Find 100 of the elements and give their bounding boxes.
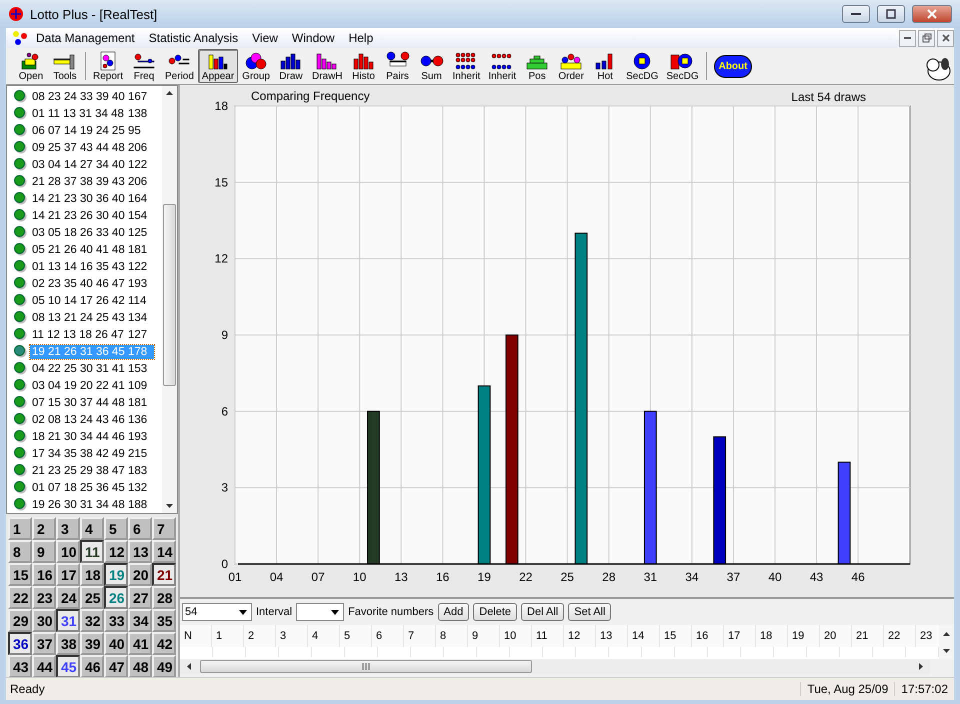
number-button[interactable]: 25 [80, 586, 104, 609]
number-button[interactable]: 37 [32, 632, 56, 655]
number-button[interactable]: 46 [80, 655, 104, 678]
number-button[interactable]: 28 [152, 586, 176, 609]
draw-row[interactable]: 17 34 35 38 42 49 215 [30, 446, 154, 460]
number-button[interactable]: 49 [152, 655, 176, 678]
number-button[interactable]: 12 [104, 540, 128, 563]
toolbar-button[interactable]: SecDG [622, 49, 662, 83]
menu-item[interactable]: Window [286, 31, 341, 45]
minimize-button[interactable] [842, 5, 870, 23]
number-button[interactable]: 8 [8, 540, 32, 563]
toolbar-button[interactable]: Draw [274, 49, 308, 83]
menu-item[interactable]: Statistic Analysis [142, 31, 244, 45]
draw-row[interactable]: 08 13 21 24 25 43 134 [30, 310, 154, 324]
toolbar-button[interactable]: Inherit [484, 49, 520, 83]
draw-row[interactable]: 05 21 26 40 41 48 181 [30, 242, 154, 256]
number-button[interactable]: 30 [32, 609, 56, 632]
draw-row[interactable]: 19 26 30 31 34 48 188 [30, 498, 154, 512]
draw-row[interactable]: 03 04 14 27 34 40 122 [30, 158, 154, 172]
toolbar-button[interactable]: Tools [48, 49, 82, 83]
number-button[interactable]: 44 [32, 655, 56, 678]
draw-row[interactable]: 01 13 14 16 35 43 122 [30, 260, 154, 274]
minimize-button[interactable] [899, 30, 916, 46]
menu-item[interactable]: View [246, 31, 284, 45]
number-button[interactable]: 7 [152, 517, 176, 540]
number-button[interactable]: 15 [8, 563, 32, 586]
toolbar-button[interactable]: Group [238, 49, 274, 83]
draws-dropdown[interactable]: 54 [182, 603, 252, 621]
close-button[interactable] [937, 30, 954, 46]
number-button[interactable]: 17 [56, 563, 80, 586]
number-button[interactable]: 36 [8, 632, 32, 655]
number-button[interactable]: 14 [152, 540, 176, 563]
maximize-button[interactable] [877, 5, 905, 23]
draw-row[interactable]: 05 10 14 17 26 42 114 [30, 294, 154, 308]
number-button[interactable]: 43 [8, 655, 32, 678]
draw-row[interactable]: 11 12 13 18 26 47 127 [30, 328, 154, 342]
draw-row[interactable]: 21 28 37 38 39 43 206 [30, 174, 154, 188]
scrollbar[interactable] [939, 625, 954, 659]
number-button[interactable]: 5 [104, 517, 128, 540]
toolbar-button[interactable]: Order [554, 49, 588, 83]
number-button[interactable]: 26 [104, 586, 128, 609]
number-button[interactable]: 20 [128, 563, 152, 586]
close-button[interactable] [912, 5, 952, 23]
draw-row[interactable]: 01 07 18 25 36 45 132 [30, 480, 154, 494]
about-button[interactable]: About [714, 54, 752, 78]
number-button[interactable]: 2 [32, 517, 56, 540]
menu-item[interactable]: Help [342, 31, 380, 45]
draw-row[interactable]: 03 05 18 26 33 40 125 [30, 226, 154, 240]
restore-button[interactable] [918, 30, 935, 46]
number-button[interactable]: 45 [56, 655, 80, 678]
draw-row[interactable]: 07 15 30 37 44 48 181 [30, 396, 154, 410]
arrow-up-icon[interactable] [942, 630, 951, 636]
draw-row[interactable]: 21 23 25 29 38 47 183 [30, 464, 154, 478]
menu-item[interactable]: Data Management [30, 31, 141, 45]
toolbar-button[interactable]: SecDG [662, 49, 703, 83]
action-button[interactable]: Add [438, 603, 470, 621]
arrow-down-icon[interactable] [942, 648, 951, 654]
number-button[interactable]: 9 [32, 540, 56, 563]
draw-row[interactable]: 03 04 19 20 22 41 109 [30, 378, 154, 392]
number-button[interactable]: 40 [104, 632, 128, 655]
toolbar-button[interactable]: Sum [414, 49, 449, 83]
draw-row[interactable]: 01 11 13 31 34 48 138 [30, 106, 154, 120]
interval-dropdown[interactable] [296, 603, 344, 621]
number-button[interactable]: 31 [56, 609, 80, 632]
number-button[interactable]: 29 [8, 609, 32, 632]
arrow-right-icon[interactable] [918, 662, 924, 671]
toolbar-button[interactable]: Open [14, 49, 48, 83]
arrow-up-icon[interactable] [165, 90, 174, 96]
number-button[interactable]: 39 [80, 632, 104, 655]
scrollbar[interactable] [162, 86, 177, 513]
arrow-down-icon[interactable] [165, 503, 174, 509]
number-button[interactable]: 10 [56, 540, 80, 563]
toolbar-button[interactable]: Report [89, 49, 128, 83]
draw-row[interactable]: 08 23 24 33 39 40 167 [30, 90, 154, 104]
toolbar-button[interactable]: Pos [520, 49, 554, 83]
number-button[interactable]: 1 [8, 517, 32, 540]
toolbar-button[interactable]: DrawH [308, 49, 347, 83]
number-button[interactable]: 24 [56, 586, 80, 609]
number-button[interactable]: 21 [152, 563, 176, 586]
toolbar-button[interactable]: Hot [588, 49, 622, 83]
action-button[interactable]: Set All [568, 603, 612, 621]
number-button[interactable]: 23 [32, 586, 56, 609]
number-button[interactable]: 11 [80, 540, 104, 563]
number-button[interactable]: 16 [32, 563, 56, 586]
number-button[interactable]: 35 [152, 609, 176, 632]
draw-row[interactable]: 06 07 14 19 24 25 95 [30, 124, 154, 138]
arrow-left-icon[interactable] [186, 662, 192, 671]
number-button[interactable]: 4 [80, 517, 104, 540]
number-button[interactable]: 27 [128, 586, 152, 609]
number-button[interactable]: 22 [8, 586, 32, 609]
number-button[interactable]: 47 [104, 655, 128, 678]
number-button[interactable]: 6 [128, 517, 152, 540]
number-button[interactable]: 33 [104, 609, 128, 632]
action-button[interactable]: Delete [473, 603, 518, 621]
number-button[interactable]: 18 [80, 563, 104, 586]
number-button[interactable]: 3 [56, 517, 80, 540]
number-button[interactable]: 48 [128, 655, 152, 678]
draw-row[interactable]: 02 08 13 24 43 46 136 [30, 412, 154, 426]
number-button[interactable]: 42 [152, 632, 176, 655]
draw-row[interactable]: 04 22 25 30 31 41 153 [30, 362, 154, 376]
